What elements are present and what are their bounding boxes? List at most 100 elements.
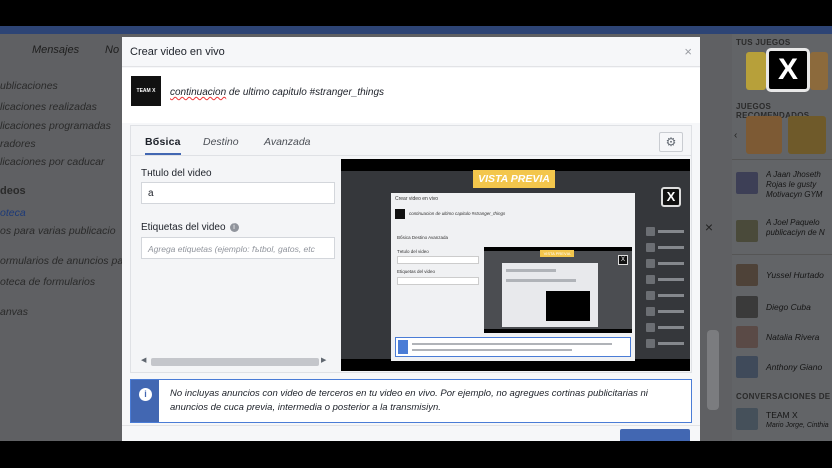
activity-text: A Joel Paquelo publicaciуn de N xyxy=(766,218,825,237)
gear-icon[interactable]: ⚙ xyxy=(659,132,683,152)
post-text-misspelled: continuacion xyxy=(170,87,227,98)
preview-post-text: continuacion de ultimo capitulo #strange… xyxy=(409,211,506,216)
page-logo: TEAM X xyxy=(131,76,161,106)
scroll-left-icon[interactable]: ◀ xyxy=(141,356,146,364)
left-nav-tabs: Mensajes No xyxy=(0,42,122,60)
contact-item[interactable]: Natalia Rivera xyxy=(736,326,832,350)
nav-item-videoteca[interactable]: oteca xyxy=(0,207,26,219)
page-scrollbar[interactable] xyxy=(707,330,719,410)
contact-name: Diego Cuba xyxy=(766,302,811,312)
info-icon: i xyxy=(139,388,152,401)
preview-recursive-dialog xyxy=(502,263,598,327)
video-title-label: Tнtulo del video xyxy=(141,168,212,179)
game-thumbnail[interactable] xyxy=(746,116,782,154)
preview-line xyxy=(412,349,572,351)
contact-item[interactable]: Diego Cuba xyxy=(736,296,832,320)
preview-side-row xyxy=(646,243,686,252)
preview-line xyxy=(506,279,576,282)
right-sidebar: TUS JUEGOS JUEGOS RECOMENDADOS ‹ A Jaan … xyxy=(732,34,832,441)
nav-item-publicaciones[interactable]: ublicaciones xyxy=(0,80,58,92)
dialog-footer xyxy=(122,425,700,442)
preview-recursive-screen xyxy=(484,251,632,329)
horizontal-scrollbar[interactable]: ◀ ▶ xyxy=(141,356,327,366)
black-letterbox-top xyxy=(0,0,832,26)
game-thumbnail[interactable] xyxy=(746,52,766,90)
avatar xyxy=(736,220,758,242)
contact-name: Yussel Hurtado xyxy=(766,270,824,280)
preview-side-row xyxy=(646,291,686,300)
preview-side-list xyxy=(640,227,688,357)
create-live-video-dialog: Crear video en vivo × TEAM X continuacio… xyxy=(122,37,700,442)
game-thumbnail[interactable] xyxy=(810,52,828,90)
third-party-ads-notice: i No incluyas anuncios con video de terc… xyxy=(130,379,692,423)
activity-item[interactable]: A Joel Paquelo publicaciуn de N xyxy=(736,218,832,248)
video-title-input[interactable]: a xyxy=(141,182,335,204)
preview-nested-dialog: Crear video en vivo continuacion de ulti… xyxy=(391,193,635,361)
preview-badge: VISTA PREVIA xyxy=(473,170,555,188)
nav-item-publicaciones-por-caducar[interactable]: licaciones por caducar xyxy=(0,156,104,168)
group-conversation[interactable]: TEAM X Mario Jorge, Cinthia xyxy=(736,408,832,436)
preview-tabs: Bбsica Destino Avanzada xyxy=(397,235,449,240)
post-text[interactable]: continuacion de ultimo capitulo #strange… xyxy=(170,87,384,98)
avatar xyxy=(736,326,758,348)
settings-tabs: Bбsica Destino Avanzada ⚙ xyxy=(131,126,691,156)
games-header: TUS JUEGOS xyxy=(736,38,791,47)
nav-item-formularios-anuncios[interactable]: ormularios de anuncios pa xyxy=(0,255,123,267)
video-tags-input[interactable]: Agrega etiquetas (ejemplo: fъtbol, gatos… xyxy=(141,237,335,259)
conversations-header: CONVERSACIONES DE xyxy=(736,392,831,401)
preview-side-row xyxy=(646,259,686,268)
contact-item[interactable]: Anthony Giano xyxy=(736,356,832,380)
video-tags-label-text: Etiquetas del video xyxy=(141,222,226,233)
game-thumbnail[interactable] xyxy=(788,116,826,154)
dialog-title: Crear video en vivo xyxy=(130,46,225,58)
scroll-right-icon[interactable]: ▶ xyxy=(321,356,326,364)
chevron-left-icon[interactable]: ‹ xyxy=(734,130,737,141)
left-navigation: Mensajes No ublicaciones licaciones real… xyxy=(0,34,123,441)
preview-page-logo xyxy=(395,209,405,219)
close-icon[interactable]: × xyxy=(700,218,718,236)
preview-line xyxy=(412,343,612,345)
group-name: TEAM X xyxy=(766,410,798,420)
preview-dialog-title: Crear video en vivo xyxy=(395,196,439,202)
nav-item-biblioteca-formularios[interactable]: oteca de formularios xyxy=(0,276,95,288)
divider xyxy=(732,254,832,255)
preview-side-row xyxy=(646,339,686,348)
nav-item-videos-varias-publicaciones[interactable]: os para varias publicacio xyxy=(0,225,116,237)
preview-recursive-badge: VISTA PREVIA xyxy=(540,250,574,257)
nav-item-publicaciones-realizadas[interactable]: licaciones realizadas xyxy=(0,101,97,113)
preview-line xyxy=(506,269,556,272)
contact-item[interactable]: Yussel Hurtado xyxy=(736,264,832,288)
screen: Mensajes No ublicaciones licaciones real… xyxy=(0,0,832,468)
avatar xyxy=(736,264,758,286)
tab-avanzada[interactable]: Avanzada xyxy=(264,136,311,148)
scrollbar-thumb[interactable] xyxy=(151,358,319,366)
team-x-logo: X xyxy=(661,187,681,207)
tab-mensajes[interactable]: Mensajes xyxy=(32,44,79,56)
nav-item-canvas[interactable]: anvas xyxy=(0,306,28,318)
preview-recursive-frame: VISTA PREVIA X xyxy=(484,247,632,333)
tab-destino[interactable]: Destino xyxy=(203,136,239,148)
info-icon xyxy=(398,340,408,354)
preview-side-row xyxy=(646,323,686,332)
post-composer[interactable]: TEAM X continuacion de ultimo capitulo #… xyxy=(122,68,700,123)
activity-item[interactable]: A Jaan Jhoseth Rojas le gustу Motivacyn … xyxy=(736,170,832,200)
group-members: Mario Jorge, Cinthia xyxy=(766,422,829,429)
nav-section-videos: deos xyxy=(0,185,26,197)
avatar xyxy=(736,296,758,318)
avatar xyxy=(736,408,758,430)
activity-text: A Jaan Jhoseth Rojas le gustу Motivacyn … xyxy=(766,170,823,199)
tab-basica[interactable]: Bбsica xyxy=(145,136,181,155)
preview-notice xyxy=(395,337,631,357)
avatar xyxy=(736,356,758,378)
video-tags-label: Etiquetas del video i xyxy=(141,222,239,233)
video-preview: Crear video en vivo continuacion de ulti… xyxy=(341,159,690,371)
notice-icon-bar: i xyxy=(131,380,159,422)
tab-notifications[interactable]: No xyxy=(105,44,119,56)
close-icon[interactable]: × xyxy=(684,44,692,59)
nav-item-publicaciones-programadas[interactable]: licaciones programadas xyxy=(0,120,111,132)
preview-title-input xyxy=(397,256,479,264)
nav-item-borradores[interactable]: radores xyxy=(0,138,36,150)
info-icon[interactable]: i xyxy=(229,223,239,232)
preview-side-row xyxy=(646,307,686,316)
preview-tags-input xyxy=(397,277,479,285)
